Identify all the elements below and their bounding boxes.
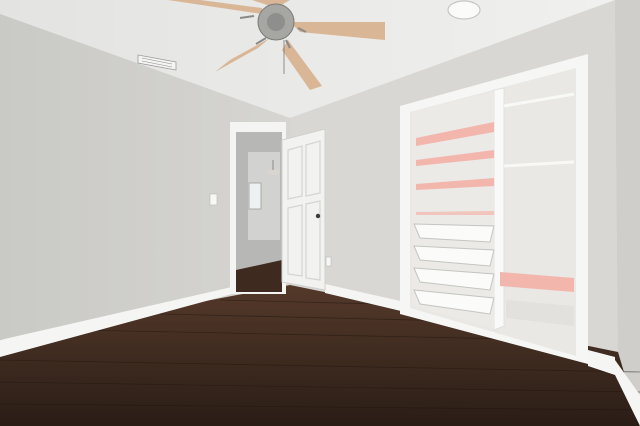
bedroom-scene bbox=[0, 0, 640, 426]
hallway-window bbox=[248, 182, 262, 210]
wall-outlet bbox=[325, 256, 332, 267]
light-switch[interactable] bbox=[209, 193, 218, 206]
recessed-light bbox=[447, 0, 481, 20]
door-knob-icon[interactable] bbox=[315, 213, 321, 219]
closet-divider bbox=[493, 87, 505, 331]
